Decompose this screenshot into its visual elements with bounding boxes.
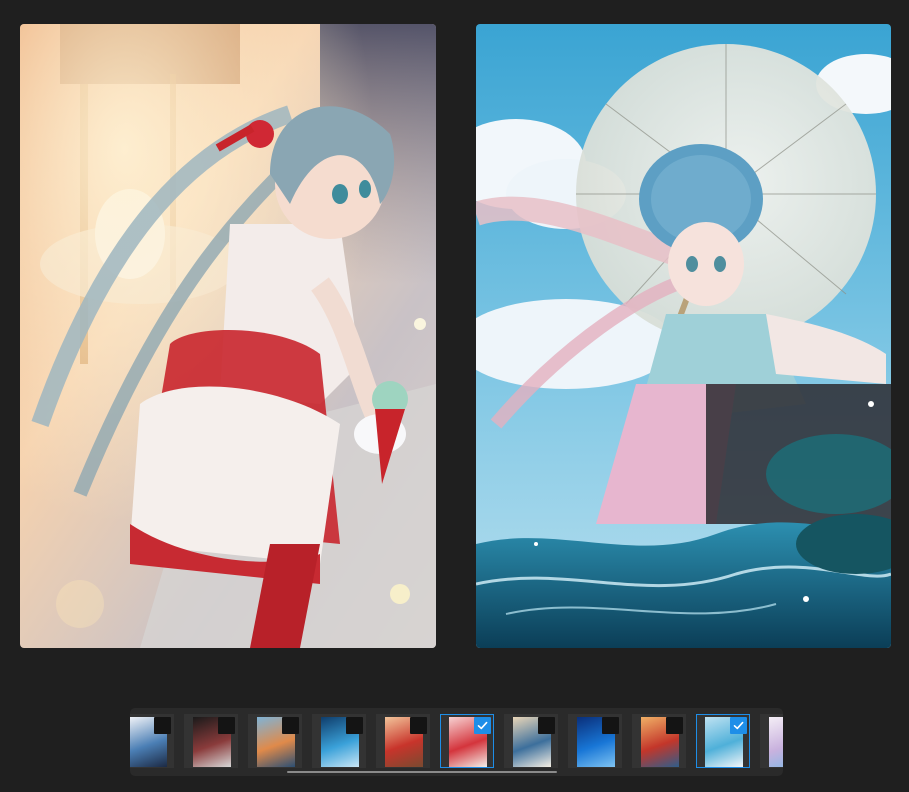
- checkbox-checked-icon[interactable]: [474, 717, 491, 734]
- left-preview-image[interactable]: [20, 24, 436, 648]
- checkbox-icon[interactable]: [282, 717, 299, 734]
- carousel-girl-illustration: [20, 24, 436, 648]
- thumbnail-9[interactable]: [632, 714, 686, 768]
- checkbox-checked-icon[interactable]: [730, 717, 747, 734]
- thumbnail-4[interactable]: [312, 714, 366, 768]
- checkbox-icon[interactable]: [346, 717, 363, 734]
- thumbnail-11[interactable]: [760, 714, 783, 768]
- thumbnail-2[interactable]: [184, 714, 238, 768]
- filmstrip-scrollbar[interactable]: [130, 771, 783, 774]
- checkbox-icon[interactable]: [218, 717, 235, 734]
- thumbnail-5[interactable]: [376, 714, 430, 768]
- thumbnail-6[interactable]: [440, 714, 494, 768]
- thumbnail-list: [130, 714, 783, 770]
- thumbnail-7[interactable]: [504, 714, 558, 768]
- thumbnail-1[interactable]: [130, 714, 174, 768]
- checkbox-icon[interactable]: [154, 717, 171, 734]
- thumbnail-filmstrip[interactable]: [130, 708, 783, 776]
- checkbox-icon[interactable]: [410, 717, 427, 734]
- checkbox-icon[interactable]: [666, 717, 683, 734]
- umbrella-girl-illustration: [476, 24, 891, 648]
- filmstrip-scrollbar-thumb[interactable]: [287, 771, 557, 773]
- right-preview-image[interactable]: [476, 24, 891, 648]
- checkbox-icon[interactable]: [538, 717, 555, 734]
- thumbnail-8[interactable]: [568, 714, 622, 768]
- image-compare-viewer: [0, 0, 909, 792]
- thumbnail-10[interactable]: [696, 714, 750, 768]
- thumbnail-image: [769, 717, 783, 767]
- thumbnail-3[interactable]: [248, 714, 302, 768]
- checkbox-icon[interactable]: [602, 717, 619, 734]
